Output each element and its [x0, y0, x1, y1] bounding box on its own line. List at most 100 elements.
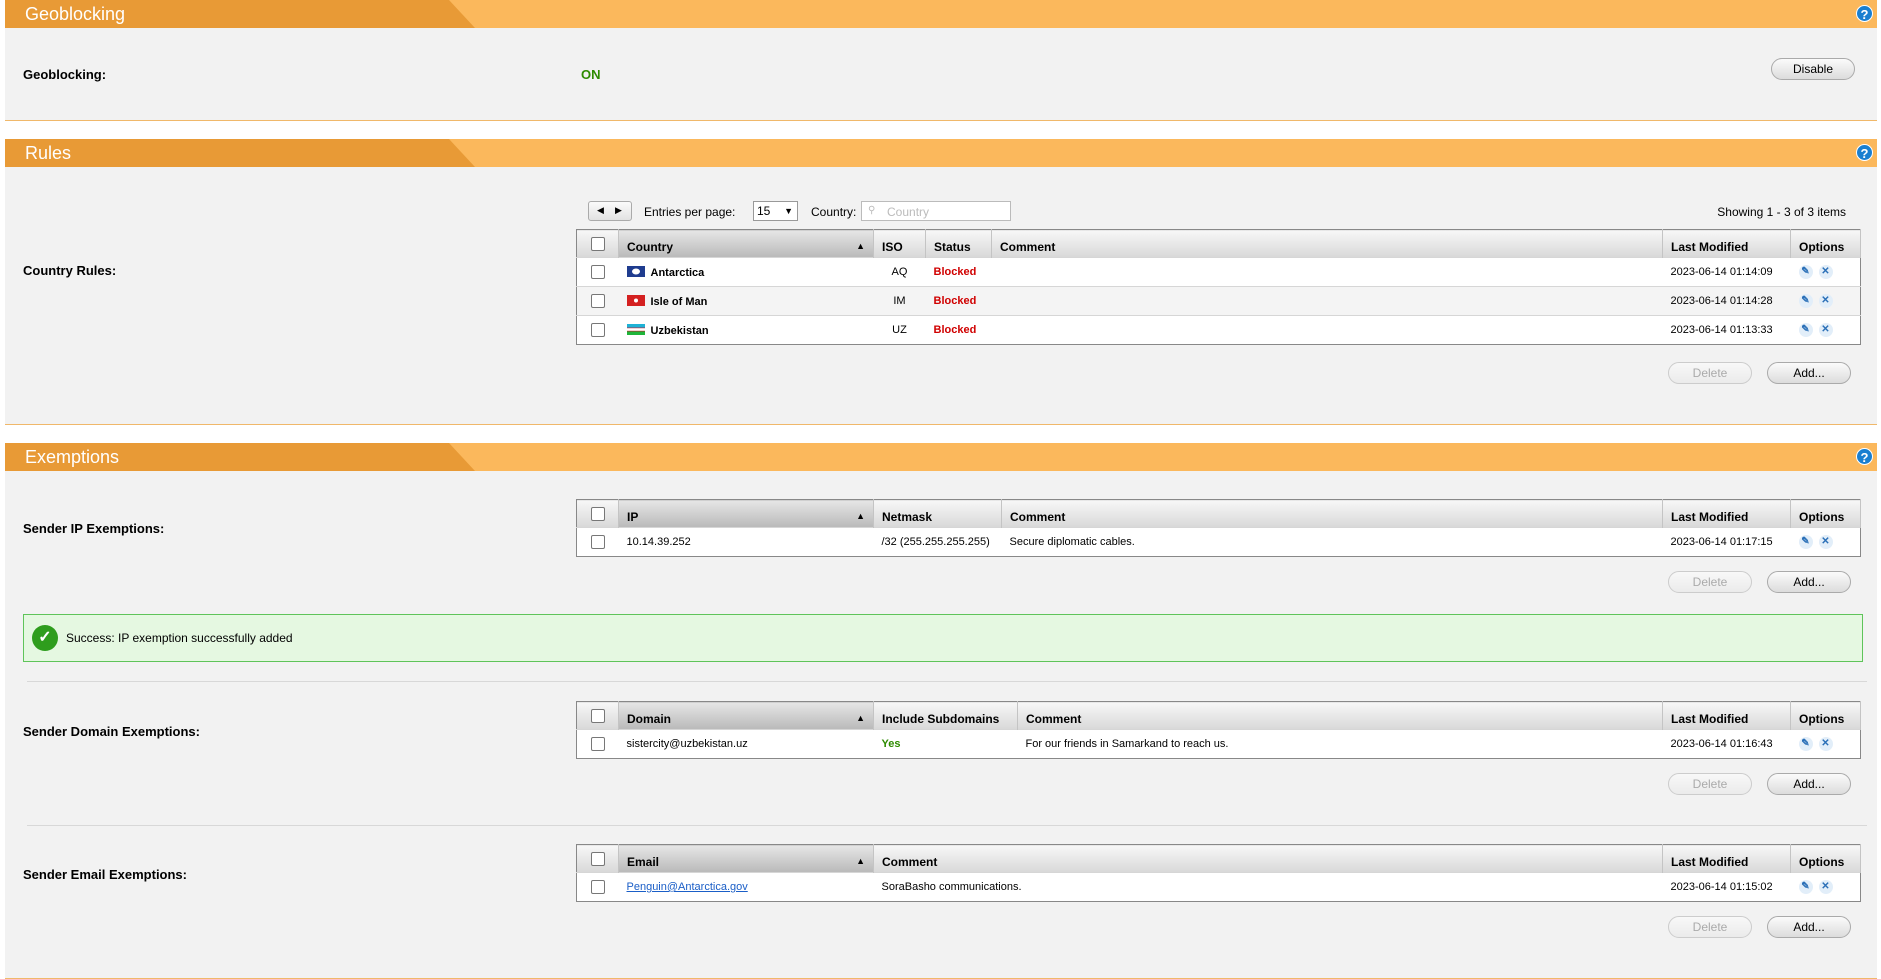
options-header: Options — [1790, 499, 1861, 528]
showing-items: Showing 1 - 3 of 3 items — [1717, 205, 1846, 219]
include-subdomains-header[interactable]: Include Subdomains — [873, 701, 1018, 730]
email-exemptions-label: Sender Email Exemptions: — [23, 867, 187, 882]
close-icon[interactable]: ✕ — [1818, 535, 1833, 549]
row-checkbox[interactable] — [590, 535, 605, 549]
exemptions-header: Exemptions ? — [5, 443, 1877, 471]
comment-header[interactable]: Comment — [1017, 701, 1663, 730]
arrow-right-icon[interactable]: ▶ — [615, 205, 622, 216]
row-checkbox[interactable] — [590, 294, 605, 308]
select-all-checkbox[interactable] — [590, 851, 605, 866]
select-all-checkbox[interactable] — [590, 708, 605, 723]
iso-code: AQ — [873, 257, 926, 287]
help-icon[interactable]: ? — [1856, 448, 1873, 465]
row-checkbox[interactable] — [590, 880, 605, 894]
delete-domain-button[interactable]: Delete — [1668, 773, 1752, 795]
domain-header[interactable]: Domain ▲ — [618, 701, 874, 730]
status-badge: Blocked — [925, 257, 992, 287]
delete-ip-button[interactable]: Delete — [1668, 571, 1752, 593]
pencil-icon[interactable]: ✎ — [1798, 880, 1813, 894]
sort-up-icon: ▲ — [856, 511, 865, 521]
options-header: Options — [1790, 844, 1861, 873]
delete-email-button[interactable]: Delete — [1668, 916, 1752, 938]
pencil-icon[interactable]: ✎ — [1798, 535, 1813, 549]
country-header[interactable]: Country ▲ — [618, 229, 874, 258]
email-header[interactable]: Email ▲ — [618, 844, 874, 873]
options-header: Options — [1790, 229, 1861, 258]
last-modified-header[interactable]: Last Modified — [1662, 229, 1791, 258]
table-row[interactable]: Penguin@Antarctica.gov SoraBasho communi… — [576, 872, 1861, 902]
geoblocking-label: Geoblocking: — [23, 67, 107, 82]
email-link[interactable]: Penguin@Antarctica.gov — [627, 881, 748, 893]
geoblocking-title: Geoblocking — [25, 4, 126, 24]
search-icon: ⚲ — [868, 205, 876, 216]
entries-per-page-value: 15 — [757, 204, 771, 218]
add-ip-button[interactable]: Add... — [1767, 571, 1851, 593]
country-filter-label: Country: — [811, 205, 857, 219]
sort-up-icon: ▲ — [856, 856, 865, 866]
options-header: Options — [1790, 701, 1861, 730]
comment-header[interactable]: Comment — [991, 229, 1663, 258]
entries-per-page-select[interactable]: 15 ▼ — [753, 201, 798, 221]
table-row[interactable]: Isle of Man IM Blocked 2023-06-14 01:14:… — [576, 286, 1861, 316]
status-header[interactable]: Status — [925, 229, 992, 258]
arrow-left-icon[interactable]: ◀ — [597, 205, 604, 216]
row-checkbox[interactable] — [590, 323, 605, 337]
pencil-icon[interactable]: ✎ — [1798, 737, 1813, 751]
last-modified-header[interactable]: Last Modified — [1662, 499, 1791, 528]
delete-rules-button[interactable]: Delete — [1668, 362, 1752, 384]
rules-title: Rules — [25, 143, 72, 163]
help-icon[interactable]: ? — [1856, 144, 1873, 161]
select-all-checkbox[interactable] — [590, 236, 605, 251]
last-modified-cell: 2023-06-14 01:15:02 — [1662, 872, 1791, 902]
table-row[interactable]: Uzbekistan UZ Blocked 2023-06-14 01:13:3… — [576, 315, 1861, 345]
add-domain-button[interactable]: Add... — [1767, 773, 1851, 795]
divider — [27, 681, 1867, 682]
comment-cell — [991, 315, 1663, 345]
country-name: Isle of Man — [650, 295, 708, 308]
domain-exemptions-table: Domain ▲ Include Subdomains Comment Last … — [576, 701, 1861, 759]
close-icon[interactable]: ✕ — [1818, 323, 1833, 337]
last-modified-header[interactable]: Last Modified — [1662, 844, 1791, 873]
close-icon[interactable]: ✕ — [1818, 294, 1833, 308]
table-row[interactable]: 10.14.39.252 /32 (255.255.255.255) Secur… — [576, 527, 1861, 557]
select-all-checkbox[interactable] — [590, 506, 605, 521]
row-checkbox[interactable] — [590, 737, 605, 751]
last-modified-header[interactable]: Last Modified — [1662, 701, 1791, 730]
netmask-header[interactable]: Netmask — [873, 499, 1002, 528]
comment-header[interactable]: Comment — [1001, 499, 1663, 528]
entries-per-page-label: Entries per page: — [644, 205, 736, 219]
antarctica-flag-icon — [626, 265, 645, 277]
close-icon[interactable]: ✕ — [1818, 737, 1833, 751]
iso-header[interactable]: ISO — [873, 229, 926, 258]
sort-up-icon: ▲ — [856, 241, 865, 251]
country-filter-placeholder: Country — [887, 205, 930, 219]
geoblocking-header: Geoblocking ? — [5, 0, 1877, 28]
disable-button[interactable]: Disable — [1771, 58, 1855, 80]
table-row[interactable]: Antarctica AQ Blocked 2023-06-14 01:14:0… — [576, 257, 1861, 287]
rules-tab — [5, 139, 475, 167]
ip-header[interactable]: IP ▲ — [618, 499, 874, 528]
pencil-icon[interactable]: ✎ — [1798, 323, 1813, 337]
add-email-button[interactable]: Add... — [1767, 916, 1851, 938]
add-rule-button[interactable]: Add... — [1767, 362, 1851, 384]
country-rules-label: Country Rules: — [23, 263, 117, 278]
comment-cell — [991, 286, 1663, 316]
status-badge: Blocked — [925, 315, 992, 345]
row-checkbox[interactable] — [590, 265, 605, 279]
comment-header[interactable]: Comment — [873, 844, 1663, 873]
comment-cell: Secure diplomatic cables. — [1001, 527, 1663, 557]
close-icon[interactable]: ✕ — [1818, 265, 1833, 279]
pencil-icon[interactable]: ✎ — [1798, 294, 1813, 308]
last-modified-cell: 2023-06-14 01:16:43 — [1662, 729, 1791, 759]
domain-exemptions-label: Sender Domain Exemptions: — [23, 724, 200, 739]
country-name: Uzbekistan — [650, 324, 709, 337]
geoblocking-panel: Geoblocking ? Geoblocking: ON Disable — [5, 0, 1877, 121]
exemptions-panel: Exemptions ? Sender IP Exemptions: IP ▲ N… — [5, 443, 1877, 979]
table-row[interactable]: sistercity@uzbekistan.uz Yes For our fri… — [576, 729, 1861, 759]
comment-cell — [991, 257, 1663, 287]
close-icon[interactable]: ✕ — [1818, 880, 1833, 894]
pencil-icon[interactable]: ✎ — [1798, 265, 1813, 279]
country-filter-input[interactable]: ⚲ Country — [861, 201, 1011, 221]
rules-panel: Rules ? Country Rules: ◀ ▶ Entries per p… — [5, 139, 1877, 425]
help-icon[interactable]: ? — [1856, 5, 1873, 22]
